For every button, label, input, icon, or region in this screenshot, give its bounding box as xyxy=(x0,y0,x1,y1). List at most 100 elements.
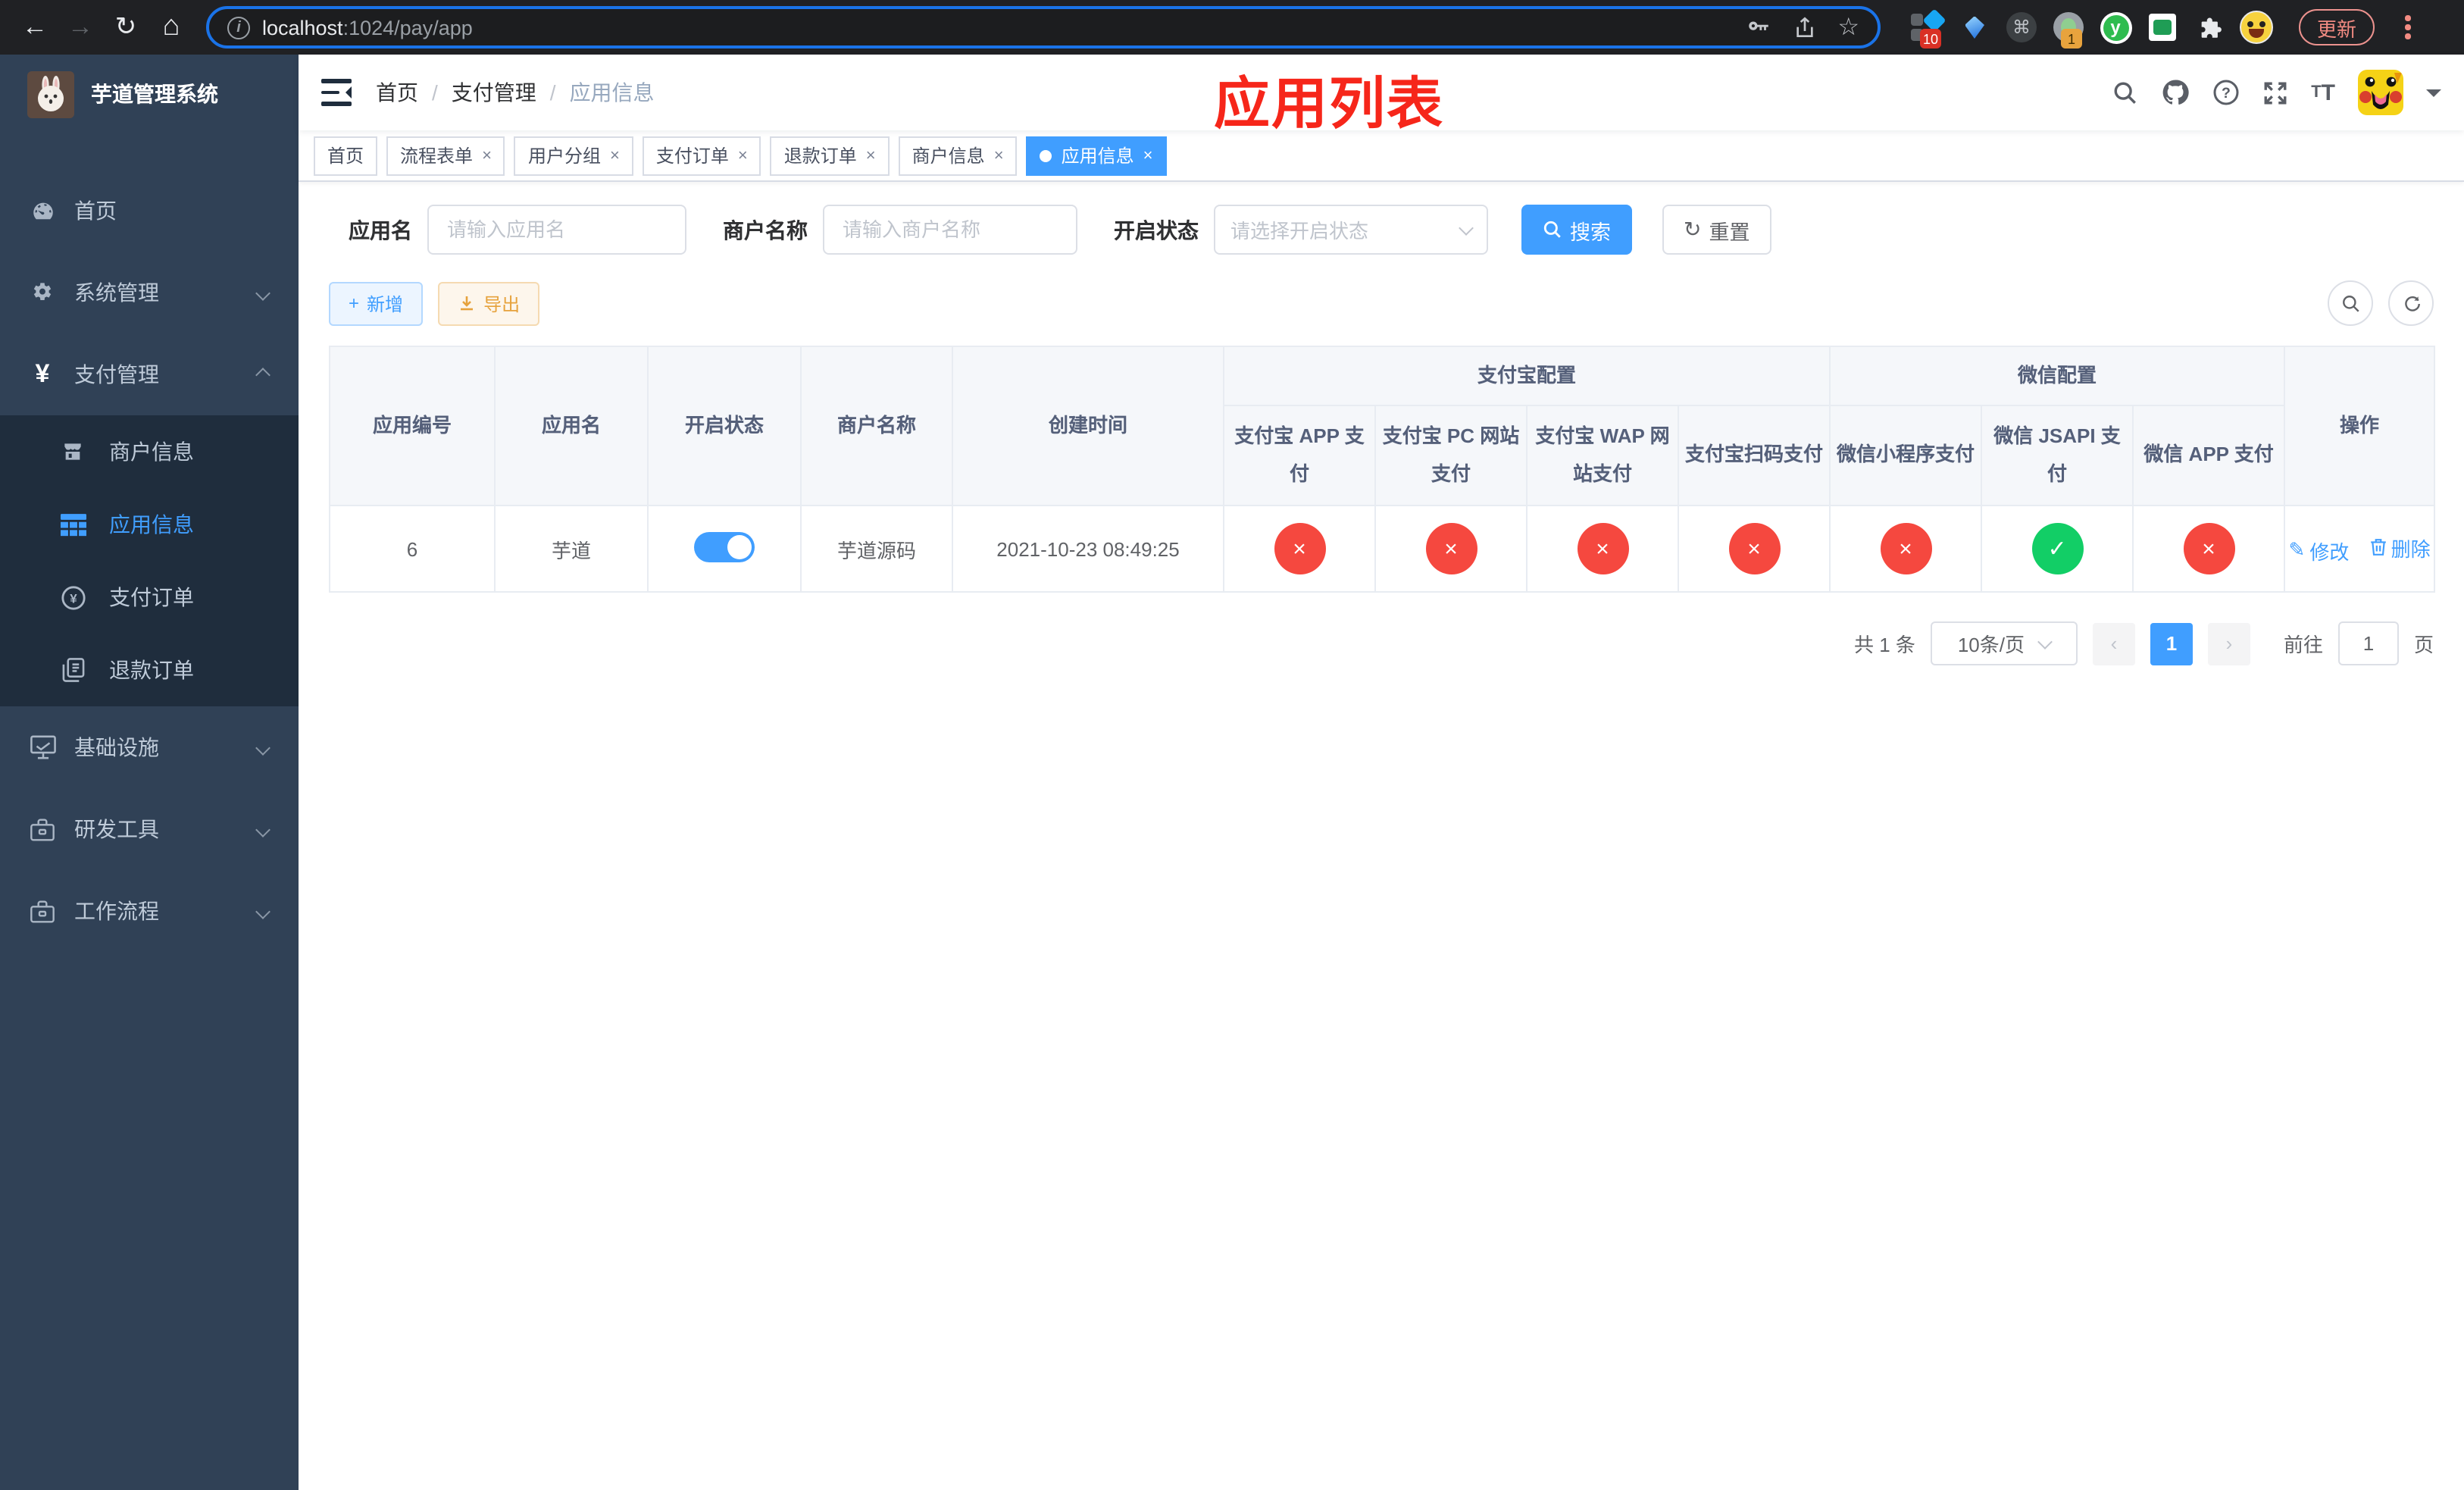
dashboard-icon xyxy=(26,198,59,224)
fullscreen-icon[interactable] xyxy=(2262,80,2288,105)
col-status: 开启状态 xyxy=(647,346,802,506)
share-icon[interactable] xyxy=(1792,14,1816,40)
enabled-toggle[interactable] xyxy=(694,531,755,562)
update-button[interactable]: 更新 xyxy=(2299,9,2375,45)
plus-icon: + xyxy=(349,293,360,314)
extension-grid-icon[interactable]: 10 xyxy=(1911,8,1946,49)
pencil-icon: ✎ xyxy=(2288,538,2306,561)
github-icon[interactable] xyxy=(2161,79,2190,106)
tab-process-form[interactable]: 流程表单 × xyxy=(386,136,505,175)
user-avatar[interactable] xyxy=(2358,70,2403,115)
extension-y-icon[interactable]: y xyxy=(2099,11,2132,44)
table-row: 6 芋道 芋道源码 2021-10-23 08:49:25 × × × × × … xyxy=(329,505,2436,593)
sidebar-item-merchant-info[interactable]: 商户信息 xyxy=(0,415,299,488)
cell-created: 2021-10-23 08:49:25 xyxy=(952,505,1224,593)
bookmark-star-icon[interactable]: ☆ xyxy=(1837,12,1859,42)
close-icon[interactable]: × xyxy=(610,146,620,164)
app-shell: 芋道管理系统 首页 系统管理 ¥ 支付管理 商户信息 应用信息 ¥ 支付订单 退… xyxy=(0,55,2464,1490)
col-wechat-jsapi: 微信 JSAPI 支付 xyxy=(1981,405,2134,506)
browser-menu-icon[interactable] xyxy=(2394,11,2422,44)
sidebar-item-label: 工作流程 xyxy=(74,899,159,923)
sidebar-item-refund-orders[interactable]: 退款订单 xyxy=(0,634,299,706)
status-select[interactable]: 请选择开启状态 xyxy=(1214,205,1488,255)
search-icon[interactable] xyxy=(2112,80,2138,105)
url-text[interactable]: localhost:1024/pay/app xyxy=(262,16,1733,39)
sidebar-item-payment[interactable]: ¥ 支付管理 xyxy=(0,333,299,415)
tab-home[interactable]: 首页 xyxy=(314,136,378,175)
chevron-down-icon xyxy=(255,903,270,919)
password-key-icon[interactable] xyxy=(1745,14,1771,40)
delete-link[interactable]: 删除 xyxy=(2370,533,2431,562)
extension-command-icon[interactable]: ⌘ xyxy=(2005,11,2038,44)
export-button[interactable]: 导出 xyxy=(438,281,540,325)
home-icon[interactable]: ⌂ xyxy=(152,8,191,47)
tab-pay-orders[interactable]: 支付订单 × xyxy=(642,136,761,175)
sidebar-item-workflow[interactable]: 工作流程 xyxy=(0,870,299,952)
edit-link[interactable]: ✎ 修改 xyxy=(2289,536,2350,565)
font-size-icon[interactable]: TT xyxy=(2311,80,2335,105)
search-icon xyxy=(1543,221,1561,238)
status-wechat-lite-icon: × xyxy=(1880,523,1932,574)
next-page-button[interactable]: › xyxy=(2207,622,2250,665)
sidebar-item-system[interactable]: 系统管理 xyxy=(0,252,299,333)
col-alipay-app: 支付宝 APP 支付 xyxy=(1223,405,1376,506)
grid-icon xyxy=(58,513,88,536)
merchant-name-input[interactable] xyxy=(823,205,1077,255)
current-page-button[interactable]: 1 xyxy=(2150,622,2193,665)
logo-image xyxy=(27,70,74,117)
forward-icon[interactable]: → xyxy=(61,8,100,47)
tab-merchant-info[interactable]: 商户信息 × xyxy=(898,136,1018,175)
cell-status xyxy=(647,505,802,593)
prev-page-button[interactable]: ‹ xyxy=(2092,622,2135,665)
col-app-id: 应用编号 xyxy=(329,346,496,506)
refresh-button[interactable] xyxy=(2388,280,2434,326)
app-name-input[interactable] xyxy=(427,205,686,255)
goto-page-input[interactable] xyxy=(2337,621,2399,665)
sidebar-item-app-info[interactable]: 应用信息 xyxy=(0,488,299,561)
sidebar-menu: 首页 系统管理 ¥ 支付管理 商户信息 应用信息 ¥ 支付订单 退款订单 基础设… xyxy=(0,170,299,952)
sidebar-item-home[interactable]: 首页 xyxy=(0,170,299,252)
chevron-up-icon xyxy=(255,367,270,382)
shop-icon xyxy=(58,440,88,464)
site-info-icon[interactable]: i xyxy=(227,16,250,39)
close-icon[interactable]: × xyxy=(1143,146,1153,164)
cell-app-id: 6 xyxy=(329,505,496,593)
close-icon[interactable]: × xyxy=(738,146,748,164)
sidebar-collapse-icon[interactable] xyxy=(321,79,352,106)
sidebar-item-dev-tools[interactable]: 研发工具 xyxy=(0,788,299,870)
svg-text:?: ? xyxy=(2222,85,2231,102)
refresh-icon: ↻ xyxy=(1684,217,1702,241)
breadcrumb-home[interactable]: 首页 xyxy=(376,77,418,108)
chevron-down-icon xyxy=(255,822,270,837)
extension-kite-icon[interactable] xyxy=(1958,11,1991,44)
address-bar[interactable]: i localhost:1024/pay/app ☆ xyxy=(206,6,1881,49)
sidebar-item-infra[interactable]: 基础设施 xyxy=(0,706,299,788)
tab-app-info[interactable]: 应用信息 × xyxy=(1026,136,1167,175)
help-icon[interactable]: ? xyxy=(2212,79,2240,106)
briefcase-icon xyxy=(26,900,59,922)
close-icon[interactable]: × xyxy=(994,146,1004,164)
extension-avatar-icon[interactable]: 1 xyxy=(2052,11,2085,49)
profile-avatar-icon[interactable] xyxy=(2240,11,2273,44)
sidebar-item-label: 研发工具 xyxy=(74,817,159,841)
tab-refund-orders[interactable]: 退款订单 × xyxy=(770,136,890,175)
search-button[interactable]: 搜索 xyxy=(1521,205,1632,255)
close-icon[interactable]: × xyxy=(482,146,492,164)
logo-row[interactable]: 芋道管理系统 xyxy=(0,55,299,133)
navbar-actions: ? TT xyxy=(2112,70,2441,115)
close-icon[interactable]: × xyxy=(866,146,876,164)
tab-user-group[interactable]: 用户分组 × xyxy=(514,136,633,175)
chevron-down-icon xyxy=(2037,634,2053,649)
show-search-button[interactable] xyxy=(2328,280,2373,326)
extension-chat-icon[interactable] xyxy=(2146,11,2179,44)
back-icon[interactable]: ← xyxy=(15,8,55,47)
group-alipay-config: 支付宝配置 xyxy=(1222,346,1831,406)
breadcrumb-payment[interactable]: 支付管理 xyxy=(452,77,536,108)
page-size-select[interactable]: 10条/页 xyxy=(1930,621,2078,665)
sidebar-item-pay-orders[interactable]: ¥ 支付订单 xyxy=(0,561,299,634)
reset-button[interactable]: ↻ 重置 xyxy=(1662,205,1771,255)
extensions-puzzle-icon[interactable] xyxy=(2193,11,2226,44)
reload-icon[interactable]: ↻ xyxy=(106,8,145,47)
avatar-caret-icon[interactable] xyxy=(2426,89,2441,104)
add-button[interactable]: + 新增 xyxy=(329,281,424,325)
